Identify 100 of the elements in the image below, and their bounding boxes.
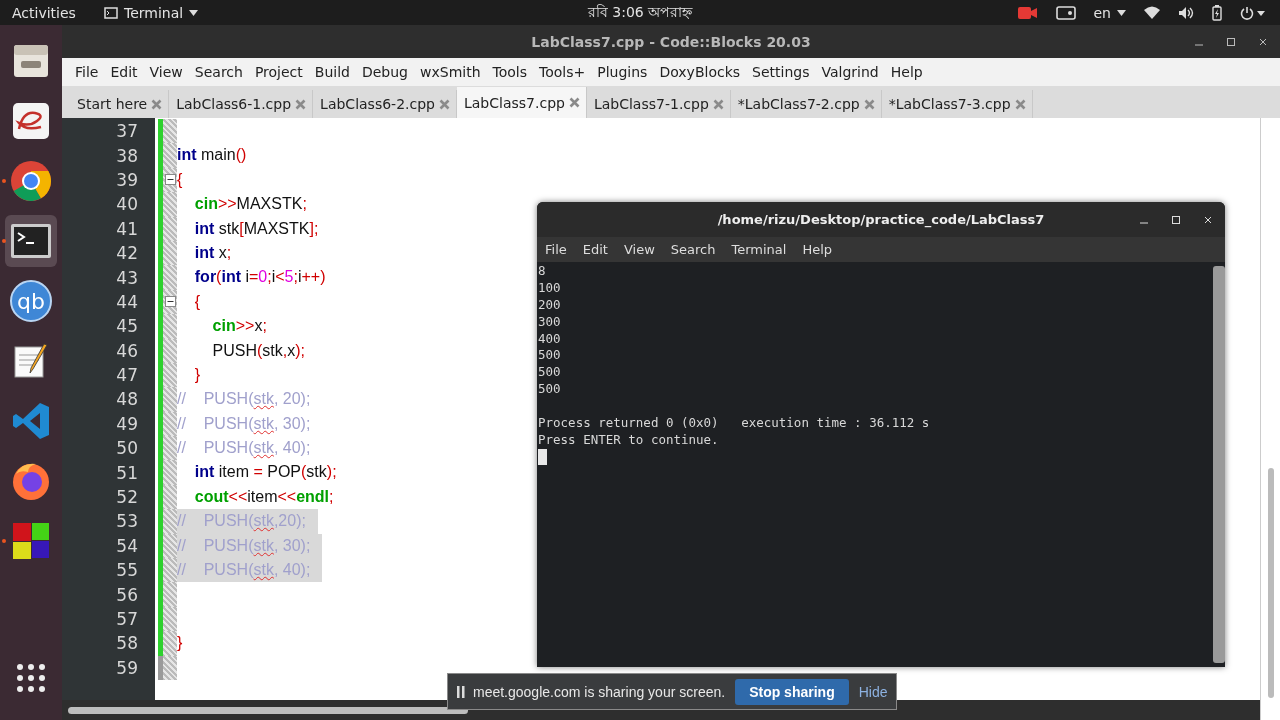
running-dot bbox=[2, 179, 6, 183]
menu-item[interactable]: File bbox=[69, 64, 105, 80]
close-icon[interactable] bbox=[1258, 36, 1268, 47]
code-line: int item = POP(stk); bbox=[193, 462, 338, 483]
terminal-output: 500 bbox=[538, 364, 561, 380]
terminal-icon bbox=[104, 6, 118, 19]
maximize-icon[interactable] bbox=[1171, 214, 1181, 225]
menu-item[interactable]: Edit bbox=[576, 242, 614, 257]
menu-item[interactable]: Terminal bbox=[725, 242, 793, 257]
code-line: // PUSH(stk, 20); bbox=[177, 389, 312, 410]
code-line: { bbox=[177, 169, 184, 190]
code-line: } bbox=[177, 633, 184, 654]
cubes-icon[interactable] bbox=[11, 521, 51, 561]
line-number: 46 bbox=[115, 340, 138, 361]
terminal-output: Press ENTER to continue. bbox=[538, 431, 719, 447]
code-line: cin>>x; bbox=[211, 316, 268, 337]
menu-item[interactable]: Tools bbox=[486, 64, 534, 80]
power-icon[interactable] bbox=[1240, 5, 1266, 20]
terminal-output: 500 bbox=[538, 347, 561, 363]
line-number: 53 bbox=[115, 511, 138, 532]
code-line: PUSH(stk,x); bbox=[211, 340, 307, 361]
menu-item[interactable]: Search bbox=[188, 64, 249, 80]
scrollbar[interactable] bbox=[1213, 266, 1225, 663]
maximize-icon[interactable] bbox=[1226, 36, 1236, 47]
pause-icon bbox=[457, 685, 465, 698]
line-number: 41 bbox=[115, 218, 138, 239]
scrollbar[interactable] bbox=[1267, 468, 1274, 698]
battery-icon[interactable] bbox=[1212, 4, 1222, 21]
code-line: { bbox=[193, 291, 202, 312]
line-number: 55 bbox=[115, 560, 138, 581]
camera-icon[interactable] bbox=[1017, 5, 1038, 20]
fold-icon[interactable] bbox=[164, 296, 176, 308]
app-menu[interactable]: Terminal bbox=[104, 4, 199, 21]
menu-item[interactable]: wxSmith bbox=[414, 64, 487, 80]
menu-item[interactable]: Edit bbox=[104, 64, 144, 80]
menu-item[interactable]: DoxyBlocks bbox=[653, 64, 747, 80]
sharing-message: meet.google.com is sharing your screen. bbox=[473, 683, 726, 700]
line-number: 49 bbox=[115, 413, 138, 434]
line-number: 47 bbox=[115, 365, 138, 386]
wifi-icon[interactable] bbox=[1144, 5, 1160, 20]
menu-item[interactable]: Valgrind bbox=[815, 64, 885, 80]
line-number: 44 bbox=[115, 291, 138, 312]
close-icon[interactable] bbox=[1203, 214, 1213, 225]
terminal-output: 500 bbox=[538, 381, 561, 397]
line-number: 42 bbox=[115, 243, 138, 264]
line-number: 54 bbox=[115, 535, 138, 556]
menu-item[interactable]: File bbox=[539, 242, 573, 257]
terminal-output: 8 bbox=[538, 263, 546, 278]
window-title: /home/rizu/Desktop/practice_code/LabClass7 bbox=[717, 212, 1045, 227]
menu-item[interactable]: View bbox=[617, 242, 661, 257]
terminal-output: 400 bbox=[538, 330, 561, 346]
menu-item[interactable]: Search bbox=[664, 242, 722, 257]
hide-link[interactable]: Hide bbox=[858, 683, 888, 700]
dock-item[interactable] bbox=[5, 215, 57, 267]
terminal-icon[interactable] bbox=[10, 223, 52, 259]
menu-item[interactable]: Help bbox=[884, 64, 929, 80]
drive-icon[interactable] bbox=[1055, 4, 1076, 21]
editor-tab[interactable]: LabClass7.cpp bbox=[457, 87, 587, 118]
line-number: 39 bbox=[115, 169, 138, 190]
menu-item[interactable]: Project bbox=[248, 64, 309, 80]
line-number: 51 bbox=[115, 462, 138, 483]
menu-item[interactable]: Plugins bbox=[591, 64, 654, 80]
line-number: 37 bbox=[115, 121, 138, 142]
line-number: 38 bbox=[115, 145, 138, 166]
scrollbar[interactable] bbox=[68, 706, 468, 714]
menu-item[interactable]: Settings bbox=[746, 64, 816, 80]
stop-sharing-button[interactable]: Stop sharing bbox=[735, 678, 849, 705]
code-editor-icon[interactable] bbox=[11, 401, 51, 441]
activities-button[interactable]: Activities bbox=[0, 4, 92, 21]
line-number: 50 bbox=[115, 438, 138, 459]
line-number: 52 bbox=[115, 487, 138, 508]
volume-icon[interactable] bbox=[1178, 5, 1194, 20]
swirl-icon[interactable] bbox=[11, 101, 51, 141]
terminal-output: 100 bbox=[538, 279, 561, 295]
caret-icon bbox=[189, 9, 199, 16]
language-menu[interactable]: en bbox=[1093, 4, 1126, 21]
menu-item[interactable]: View bbox=[143, 64, 189, 80]
code-line: // PUSH(stk, 40); bbox=[177, 438, 312, 459]
terminal-output: 200 bbox=[538, 296, 561, 312]
line-number: 57 bbox=[115, 609, 138, 629]
window-title: LabClass7.cpp - Code::Blocks 20.03 bbox=[531, 33, 811, 50]
fold-icon[interactable] bbox=[164, 174, 176, 186]
line-number: 45 bbox=[115, 316, 138, 337]
app-grid-icon[interactable] bbox=[16, 663, 46, 693]
menu-item[interactable]: Debug bbox=[355, 64, 414, 80]
running-dot bbox=[2, 539, 6, 543]
menu-item[interactable]: Tools+ bbox=[533, 64, 592, 80]
code-line: cin>>MAXSTK; bbox=[193, 194, 308, 215]
line-number: 43 bbox=[115, 267, 138, 288]
line-number: 59 bbox=[115, 657, 138, 678]
line-number: 40 bbox=[115, 194, 138, 215]
code-line: } bbox=[193, 364, 202, 385]
terminal-output: 300 bbox=[538, 313, 561, 329]
menu-item[interactable]: Help bbox=[796, 242, 839, 257]
line-number: 56 bbox=[115, 584, 138, 605]
terminal-output: Process returned 0 (0x0) execution time : 36.112 s bbox=[538, 415, 930, 430]
code-line: int main() bbox=[177, 145, 248, 166]
text-cursor bbox=[538, 449, 547, 466]
menu-item[interactable]: Build bbox=[308, 64, 356, 80]
clock[interactable]: রবি 3:06 অপরাহ্ন bbox=[587, 0, 693, 25]
